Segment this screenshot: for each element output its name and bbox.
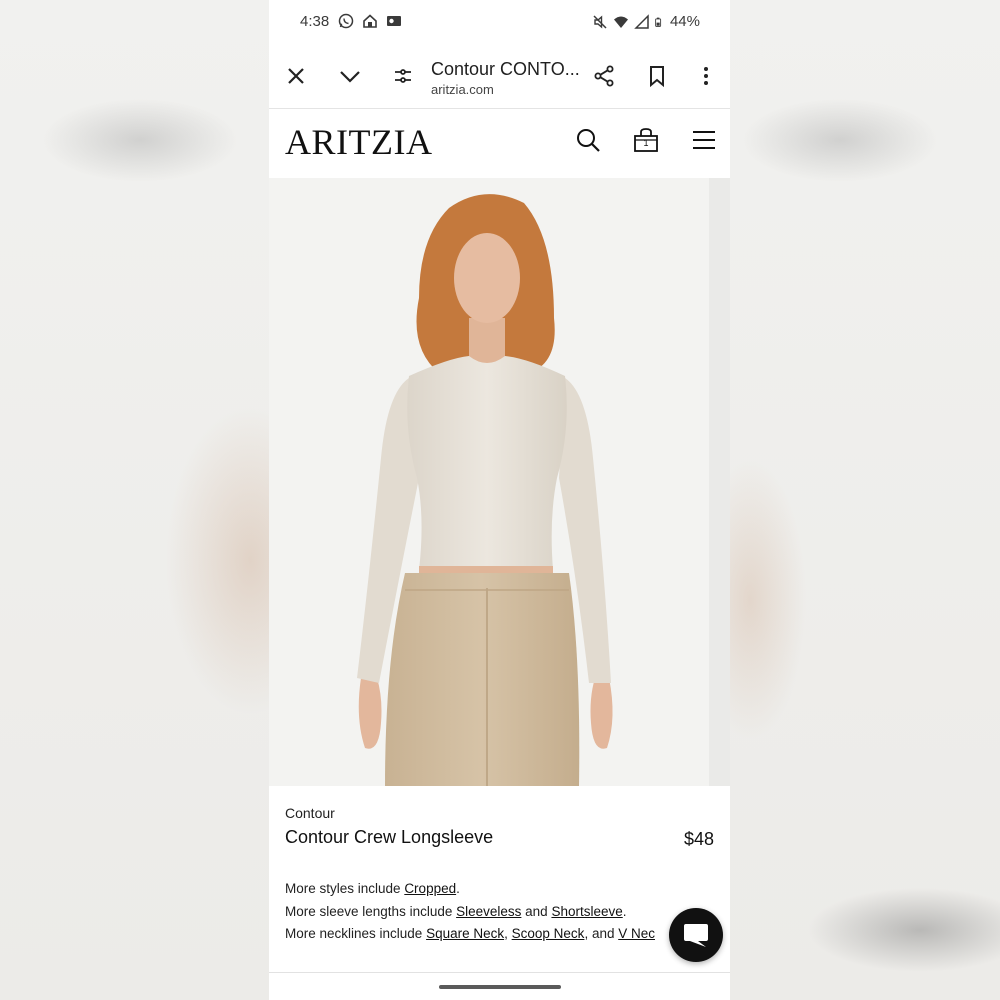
product-price: $48 [683,829,714,849]
status-time: 4:38 [300,13,330,30]
home-indicator[interactable] [439,985,561,989]
tune-icon[interactable] [391,64,415,88]
outlook-icon [387,16,401,26]
punctuation: . [622,903,627,919]
link-cropped[interactable]: Cropped [404,881,456,896]
battery-level: 44% [669,13,700,30]
necklines-text: More necklines include [285,926,427,941]
conjunction: , and [584,926,619,941]
site-header: ARITZIA 1 [269,109,730,177]
background-blur-left [0,0,269,1000]
more-styles: More styles include Cropped. More sleeve… [285,878,715,946]
home-icon [363,14,377,28]
status-bar: 4:38 44% [269,0,730,44]
bookmark-icon[interactable] [645,64,669,88]
next-image-peek[interactable] [709,178,730,786]
link-square-neck[interactable]: Square Neck [426,926,504,941]
background-blur-right [730,0,1000,1000]
punctuation: , [504,926,512,941]
chat-button[interactable] [669,908,723,962]
whatsapp-icon [338,13,354,29]
chat-icon [684,924,708,947]
necklines-line: More necklines include Square Neck, Scoo… [285,923,715,946]
aritzia-logo[interactable]: ARITZIA [285,121,432,163]
search-icon[interactable] [574,126,602,154]
more-styles-line: More styles include Cropped. [285,878,715,901]
wifi-icon [613,16,628,28]
punctuation: . [456,881,460,896]
tab-url: aritzia.com [431,82,494,97]
chevron-down-icon[interactable] [338,64,362,88]
link-sleeveless[interactable]: Sleeveless [456,904,521,919]
close-icon[interactable] [284,64,308,88]
sleeve-lengths-text: More sleeve lengths include [285,903,457,919]
bag-count: 1 [643,138,649,148]
model-photo [269,178,709,786]
battery-icon [655,17,662,27]
divider [269,972,730,973]
browser-toolbar: Contour CONTO... aritzia.com [269,44,730,109]
phone-screen: 4:38 44% Contour CONTO... aritzia.com AR… [269,0,730,1000]
link-shortsleeve[interactable]: Shortsleeve [551,904,622,919]
product-image[interactable] [269,178,709,786]
conjunction: and [521,903,552,919]
sleeve-lengths-line: More sleeve lengths include Sleeveless a… [285,901,715,924]
tab-title: Contour CONTO... [431,59,580,79]
shopping-bag-button[interactable]: 1 [632,126,660,154]
signal-icon [634,13,649,29]
product-brand[interactable]: Contour [285,805,715,821]
product-info: Contour Contour Crew Longsleeve $48 [285,805,715,849]
link-v-neck[interactable]: V Nec [618,926,655,941]
share-icon[interactable] [592,64,616,88]
link-scoop-neck[interactable]: Scoop Neck [512,926,585,941]
product-name: Contour Crew Longsleeve [285,827,494,847]
tab-title-block[interactable]: Contour CONTO... aritzia.com [431,59,581,97]
more-styles-text: More styles include [285,881,405,896]
more-vert-icon[interactable] [694,64,718,88]
mute-icon [593,14,607,29]
hamburger-menu-icon[interactable] [690,126,718,154]
